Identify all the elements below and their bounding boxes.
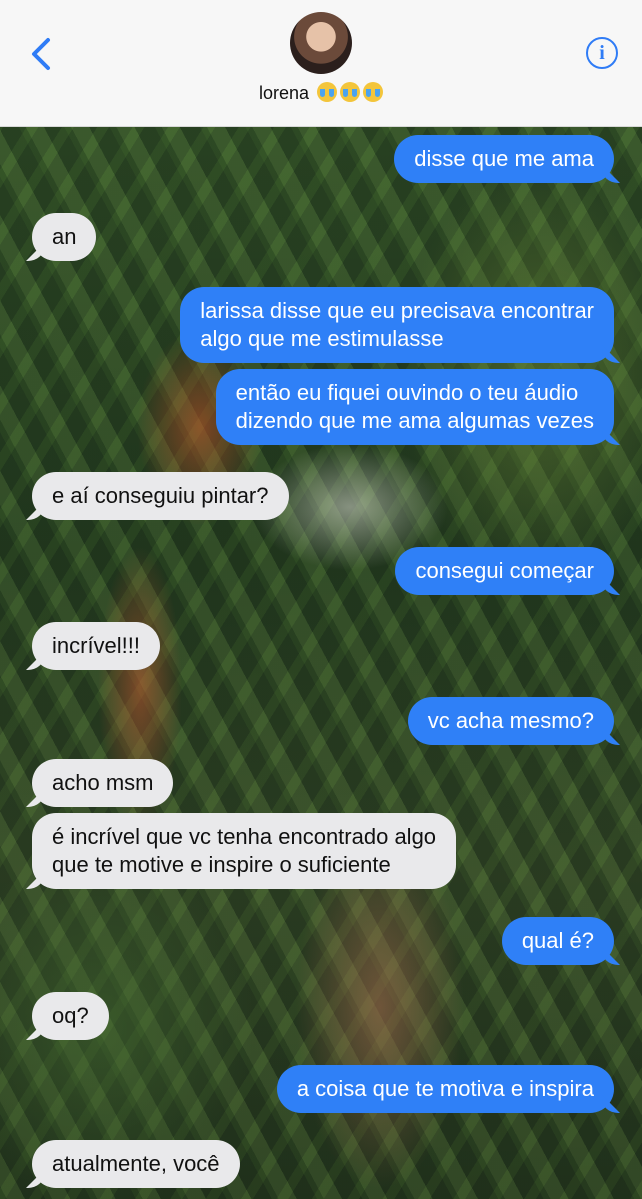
- message-bubble-incoming: an: [32, 213, 97, 261]
- crying-face-emoji-icon: [340, 82, 361, 102]
- message-text: incrível!!!: [52, 633, 141, 658]
- message-text-line: larissa disse que eu precisava encontrar: [200, 298, 594, 323]
- crying-face-emoji-icon: [363, 82, 384, 102]
- message-bubble-incoming: acho msm: [32, 759, 174, 807]
- message-text-line: dizendo que me ama algumas vezes: [235, 408, 594, 433]
- back-chevron-icon[interactable]: [26, 34, 60, 74]
- message-text: qual é?: [521, 928, 594, 953]
- message-text-line: algo que me estimulasse: [200, 326, 444, 351]
- info-icon[interactable]: i: [586, 37, 618, 69]
- message-bubble-incoming: é incrível que vc tenha encontrado algo q…: [32, 813, 457, 889]
- message-text: an: [52, 224, 77, 249]
- contact-name-row[interactable]: lorena: [0, 82, 642, 104]
- message-bubble-outgoing: disse que me ama: [394, 135, 614, 183]
- contact-avatar[interactable]: [290, 12, 352, 74]
- message-text: e aí conseguiu pintar?: [52, 483, 269, 508]
- message-bubble-incoming: oq?: [32, 992, 109, 1040]
- message-bubble-incoming: e aí conseguiu pintar?: [32, 472, 289, 520]
- message-text-line: é incrível que vc tenha encontrado algo: [52, 824, 437, 849]
- message-text: oq?: [52, 1003, 89, 1028]
- message-text-line: então eu fiquei ouvindo o teu áudio: [235, 380, 579, 405]
- message-text: consegui começar: [415, 558, 594, 583]
- message-bubble-incoming: incrível!!!: [32, 622, 161, 670]
- message-text: acho msm: [52, 770, 154, 795]
- message-bubble-outgoing: vc acha mesmo?: [407, 697, 614, 745]
- message-bubble-outgoing: qual é?: [501, 917, 614, 965]
- message-text: vc acha mesmo?: [427, 708, 594, 733]
- message-text: atualmente, você: [52, 1151, 220, 1176]
- message-bubble-outgoing: a coisa que te motiva e inspira: [276, 1065, 614, 1113]
- message-bubble-incoming: atualmente, você: [32, 1140, 240, 1188]
- crying-face-emoji-icon: [317, 82, 338, 102]
- message-bubble-outgoing: larissa disse que eu precisava encontrar…: [180, 287, 614, 363]
- message-bubble-outgoing: então eu fiquei ouvindo o teu áudio dizen…: [215, 369, 614, 445]
- contact-name: lorena: [258, 83, 310, 103]
- message-text-line: que te motive e inspire o suficiente: [52, 852, 391, 877]
- message-text: disse que me ama: [414, 146, 594, 171]
- message-text: a coisa que te motiva e inspira: [296, 1076, 594, 1101]
- message-thread[interactable]: disse que me ama an larissa disse que eu…: [0, 127, 642, 1199]
- conversation-header: lorena i: [0, 0, 642, 127]
- message-bubble-outgoing: consegui começar: [395, 547, 614, 595]
